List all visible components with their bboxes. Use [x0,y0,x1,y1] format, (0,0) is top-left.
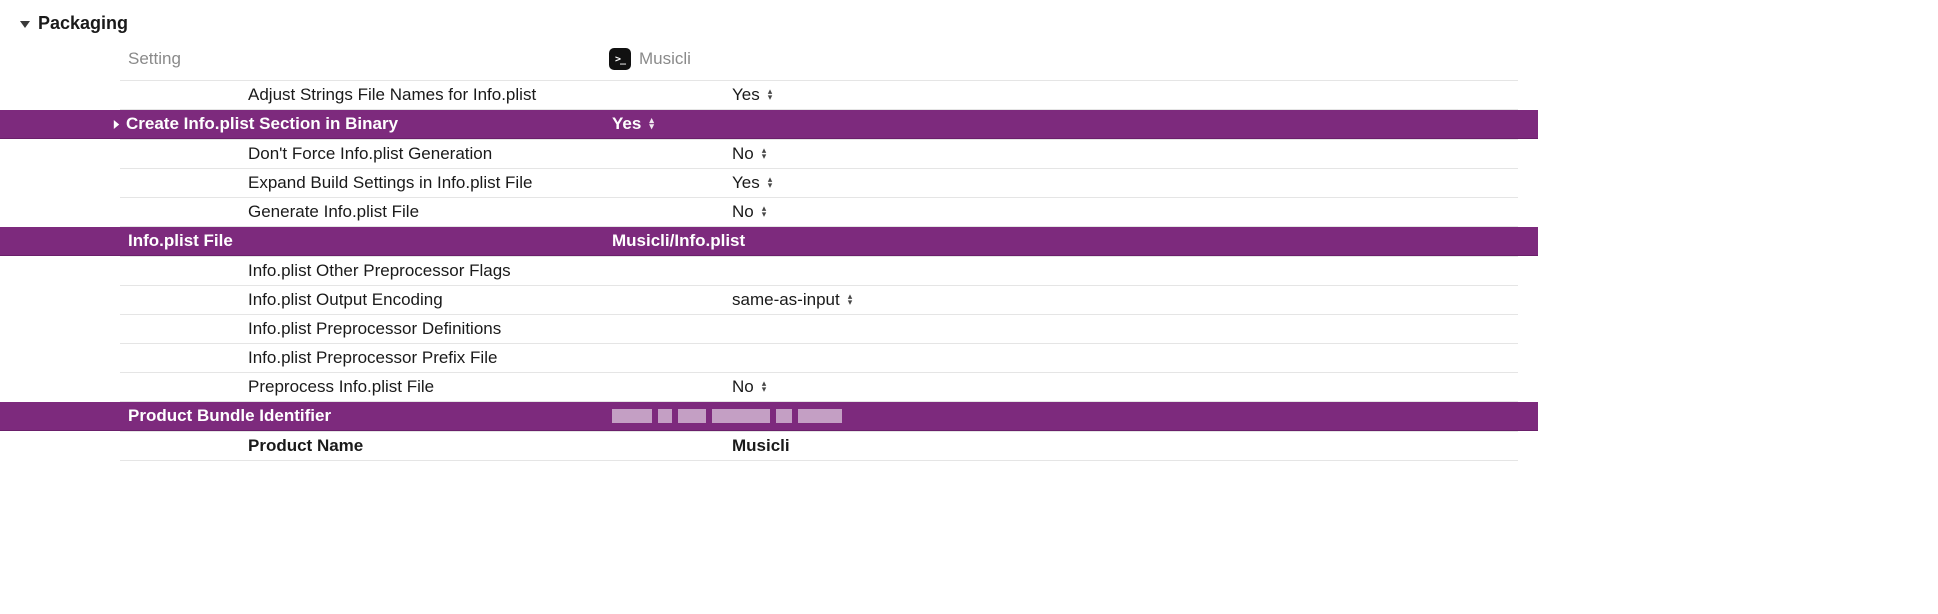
value-cell[interactable] [609,409,1538,423]
setting-row[interactable]: Adjust Strings File Names for Info.plist… [120,81,1518,110]
setting-label: Expand Build Settings in Info.plist File [248,173,532,193]
setting-row[interactable]: Info.plist File Musicli/Info.plist [0,227,1538,256]
setting-cell[interactable]: Info.plist File [0,231,609,251]
setting-label: Info.plist Preprocessor Prefix File [248,348,497,368]
dropdown-stepper-icon[interactable]: ▴▾ [848,294,853,306]
setting-cell[interactable]: Info.plist Preprocessor Prefix File [120,348,729,368]
section-title: Packaging [38,13,128,34]
setting-label: Preprocess Info.plist File [248,377,434,397]
setting-label: Info.plist Preprocessor Definitions [248,319,501,339]
setting-cell[interactable]: Info.plist Output Encoding [120,290,729,310]
setting-value: No [732,144,754,164]
setting-row[interactable]: Create Info.plist Section in Binary Yes ▴▾ [0,110,1538,139]
dropdown-stepper-icon[interactable]: ▴▾ [762,148,767,160]
setting-label: Generate Info.plist File [248,202,419,222]
value-cell[interactable]: same-as-input ▴▾ [729,290,1518,310]
chevron-right-icon[interactable] [108,120,124,129]
dropdown-stepper-icon[interactable]: ▴▾ [762,381,767,393]
setting-label: Don't Force Info.plist Generation [248,144,492,164]
setting-label: Info.plist File [128,231,233,251]
setting-cell[interactable]: Info.plist Other Preprocessor Flags [120,261,729,281]
setting-cell[interactable]: Preprocess Info.plist File [120,377,729,397]
dropdown-stepper-icon[interactable]: ▴▾ [768,177,773,189]
value-cell[interactable]: No ▴▾ [729,377,1518,397]
dropdown-stepper-icon[interactable]: ▴▾ [649,118,654,130]
setting-label: Product Name [248,436,363,456]
disclosure-triangle-down-icon[interactable] [18,17,32,31]
settings-table: Adjust Strings File Names for Info.plist… [0,80,1538,461]
setting-row[interactable]: Don't Force Info.plist Generation No ▴▾ [120,140,1518,169]
setting-value: Musicli [732,436,790,456]
columns-header: Setting >_ Musicli [0,40,1538,80]
setting-cell[interactable]: Product Bundle Identifier [0,406,609,426]
setting-row[interactable]: Info.plist Other Preprocessor Flags [120,257,1518,286]
value-cell[interactable]: Musicli/Info.plist [609,231,1538,251]
setting-label: Adjust Strings File Names for Info.plist [248,85,536,105]
setting-row[interactable]: Expand Build Settings in Info.plist File… [120,169,1518,198]
dropdown-stepper-icon[interactable]: ▴▾ [768,89,773,101]
value-cell[interactable]: No ▴▾ [729,202,1518,222]
setting-value: No [732,202,754,222]
target-name: Musicli [639,49,691,69]
column-setting-header: Setting [0,49,609,69]
value-cell[interactable]: Yes ▴▾ [729,85,1518,105]
setting-row[interactable]: Generate Info.plist File No ▴▾ [120,198,1518,227]
setting-label: Info.plist Output Encoding [248,290,443,310]
column-target-header: >_ Musicli [609,48,691,70]
setting-row[interactable]: Info.plist Output Encoding same-as-input ▴… [120,286,1518,315]
packaging-section: Packaging Setting >_ Musicli Adjust Stri… [0,0,1538,501]
setting-row[interactable]: Info.plist Preprocessor Definitions [120,315,1518,344]
setting-value: Yes [612,114,641,134]
setting-cell[interactable]: Generate Info.plist File [120,202,729,222]
value-cell[interactable]: Musicli [729,436,1518,456]
setting-cell[interactable]: Create Info.plist Section in Binary [0,114,609,134]
terminal-target-icon: >_ [609,48,631,70]
setting-row[interactable]: Info.plist Preprocessor Prefix File [120,344,1518,373]
setting-label: Create Info.plist Section in Binary [126,114,398,134]
value-cell[interactable]: Yes ▴▾ [729,173,1518,193]
value-cell[interactable]: No ▴▾ [729,144,1518,164]
setting-cell[interactable]: Adjust Strings File Names for Info.plist [120,85,729,105]
setting-row[interactable]: Preprocess Info.plist File No ▴▾ [120,373,1518,402]
setting-cell[interactable]: Info.plist Preprocessor Definitions [120,319,729,339]
setting-cell[interactable]: Expand Build Settings in Info.plist File [120,173,729,193]
redacted-value [612,409,842,423]
setting-cell[interactable]: Product Name [120,436,729,456]
setting-row[interactable]: Product Name Musicli [120,432,1518,461]
section-header[interactable]: Packaging [0,10,1538,40]
dropdown-stepper-icon[interactable]: ▴▾ [762,206,767,218]
setting-label: Product Bundle Identifier [128,406,331,426]
setting-value: Yes [732,85,760,105]
setting-row[interactable]: Product Bundle Identifier [0,402,1538,431]
setting-value: same-as-input [732,290,840,310]
value-cell[interactable]: Yes ▴▾ [609,114,1538,134]
setting-cell[interactable]: Don't Force Info.plist Generation [120,144,729,164]
setting-value: Yes [732,173,760,193]
setting-label: Info.plist Other Preprocessor Flags [248,261,511,281]
setting-value: Musicli/Info.plist [612,231,745,251]
setting-value: No [732,377,754,397]
